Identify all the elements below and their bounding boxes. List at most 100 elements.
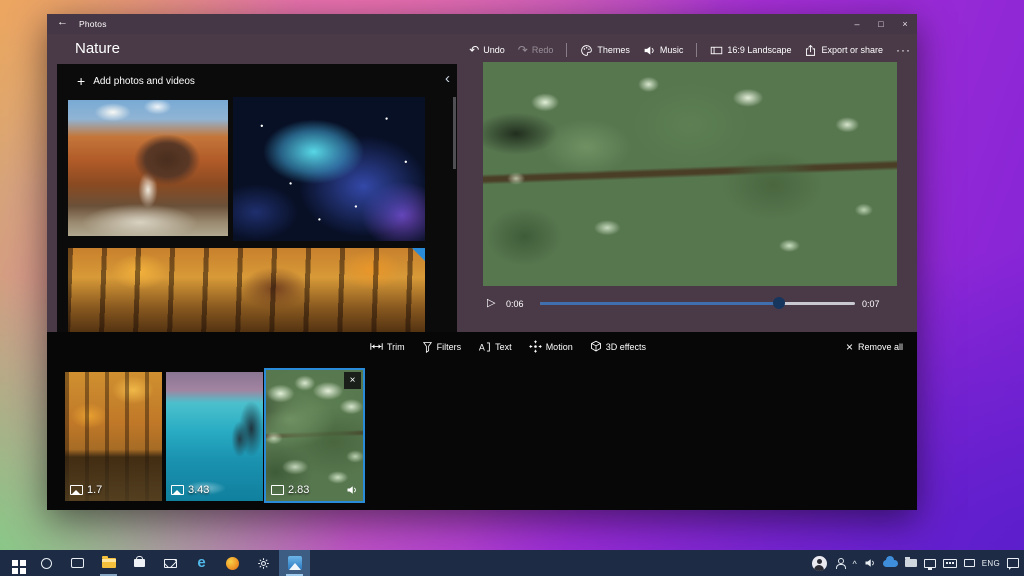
3d-effects-button[interactable]: 3D effects: [590, 340, 646, 353]
playback-controls: ▷ 0:06 0:07: [483, 292, 897, 316]
current-time: 0:06: [506, 299, 524, 309]
firefox-button[interactable]: [217, 550, 248, 576]
total-time: 0:07: [862, 299, 880, 309]
people-icon[interactable]: [834, 558, 846, 568]
mail-button[interactable]: [155, 550, 186, 576]
redo-icon: ↷: [518, 45, 528, 55]
display-icon[interactable]: [924, 559, 936, 568]
settings-button[interactable]: [248, 550, 279, 576]
storyboard-toolbar: Trim Filters A Text Motion 3D effects: [370, 340, 646, 353]
store-button[interactable]: [124, 550, 155, 576]
library-scrollbar[interactable]: [453, 97, 456, 169]
themes-label: Themes: [597, 45, 630, 55]
filters-button[interactable]: Filters: [422, 341, 462, 353]
photos-app-window: ← Photos – □ × Nature ↶ Undo ↷ Redo: [47, 14, 917, 510]
edge-button[interactable]: e: [186, 550, 217, 576]
library-item-autumn-mill[interactable]: [68, 100, 228, 236]
clip-duration-value: 3.43: [188, 484, 209, 496]
undo-button[interactable]: ↶ Undo: [469, 45, 505, 55]
storyboard-clip-2[interactable]: 3.43: [166, 372, 263, 501]
3d-effects-icon: [590, 340, 602, 353]
text-button[interactable]: A Text: [478, 341, 512, 353]
photo-icon: [70, 485, 83, 495]
folder-icon: [102, 558, 116, 568]
aspect-ratio-icon: [710, 44, 723, 57]
filters-label: Filters: [437, 342, 462, 352]
project-library-panel: + Add photos and videos ‹: [57, 64, 457, 332]
music-label: Music: [660, 45, 684, 55]
plus-icon: +: [77, 73, 85, 89]
seek-slider[interactable]: [540, 302, 855, 305]
touch-keyboard-icon[interactable]: [943, 559, 957, 568]
trim-icon: [370, 341, 383, 352]
library-item-galaxy[interactable]: [233, 97, 425, 241]
project-title: Nature: [75, 40, 120, 57]
remove-all-x-icon: ×: [846, 340, 853, 354]
export-share-button[interactable]: Export or share: [804, 44, 883, 57]
clip-duration-value: 1.7: [87, 484, 102, 496]
collapse-panel-icon[interactable]: ‹: [445, 70, 450, 87]
speaker-icon: [643, 44, 656, 57]
titlebar: ← Photos – □ ×: [47, 14, 917, 34]
toolbar-divider: [566, 43, 567, 57]
selection-corner-badge: [412, 248, 425, 261]
export-share-label: Export or share: [821, 45, 883, 55]
storyboard-clip-3-selected[interactable]: × 2.83: [264, 368, 365, 503]
start-button[interactable]: [0, 550, 31, 576]
3d-effects-label: 3D effects: [606, 342, 646, 352]
hidden-icons-chevron[interactable]: ^: [853, 559, 857, 569]
tray-folder-icon[interactable]: [905, 559, 917, 567]
remove-clip-button[interactable]: ×: [344, 372, 361, 389]
minimize-button[interactable]: –: [845, 14, 869, 34]
themes-button[interactable]: Themes: [580, 44, 630, 57]
add-photos-button[interactable]: + Add photos and videos: [77, 73, 195, 89]
trim-label: Trim: [387, 342, 405, 352]
action-center-icon[interactable]: [1007, 558, 1019, 568]
video-preview[interactable]: [483, 62, 897, 286]
clip-duration-value: 2.83: [288, 484, 309, 496]
back-icon[interactable]: ←: [57, 16, 68, 28]
motion-label: Motion: [546, 342, 573, 352]
task-view-icon: [71, 558, 84, 568]
photos-app-button[interactable]: [279, 550, 310, 576]
aspect-ratio-label: 16:9 Landscape: [727, 45, 791, 55]
storyboard-panel: Trim Filters A Text Motion 3D effects: [47, 332, 917, 510]
close-x-icon: ×: [350, 375, 356, 386]
redo-button[interactable]: ↷ Redo: [518, 45, 554, 55]
close-button[interactable]: ×: [893, 14, 917, 34]
tablet-icon[interactable]: [964, 559, 975, 567]
video-frame-icon: [271, 485, 284, 495]
palette-icon: [580, 44, 593, 57]
cortana-button[interactable]: [31, 550, 62, 576]
play-button[interactable]: ▷: [487, 296, 495, 309]
seek-slider-thumb[interactable]: [773, 297, 785, 309]
onedrive-icon[interactable]: [883, 560, 898, 567]
storyboard-clip-1[interactable]: 1.7: [65, 372, 162, 501]
file-explorer-button[interactable]: [93, 550, 124, 576]
trim-button[interactable]: Trim: [370, 341, 405, 352]
volume-icon[interactable]: [864, 557, 876, 569]
store-bag-icon: [134, 559, 145, 567]
clip-volume-icon[interactable]: [346, 484, 358, 496]
gear-icon: [257, 557, 270, 570]
remove-all-button[interactable]: × Remove all: [846, 340, 903, 354]
clip-duration: 2.83: [271, 484, 309, 496]
more-menu-button[interactable]: ···: [896, 43, 911, 57]
task-view-button[interactable]: [62, 550, 93, 576]
maximize-button[interactable]: □: [869, 14, 893, 34]
mail-icon: [164, 559, 177, 568]
undo-icon: ↶: [469, 45, 479, 55]
window-controls: – □ ×: [845, 14, 917, 34]
library-item-autumn-street[interactable]: [68, 248, 425, 332]
user-account-icon[interactable]: [812, 556, 827, 571]
system-tray: ^ ENG: [812, 550, 1024, 576]
language-indicator[interactable]: ENG: [982, 559, 1000, 568]
seek-slider-fill: [540, 302, 779, 305]
motion-icon: [529, 340, 542, 353]
motion-button[interactable]: Motion: [529, 340, 573, 353]
music-button[interactable]: Music: [643, 44, 684, 57]
toolbar-divider: [696, 43, 697, 57]
screen: ← Photos – □ × Nature ↶ Undo ↷ Redo: [0, 0, 1024, 576]
aspect-ratio-button[interactable]: 16:9 Landscape: [710, 44, 791, 57]
windows-logo-icon: [12, 560, 18, 566]
